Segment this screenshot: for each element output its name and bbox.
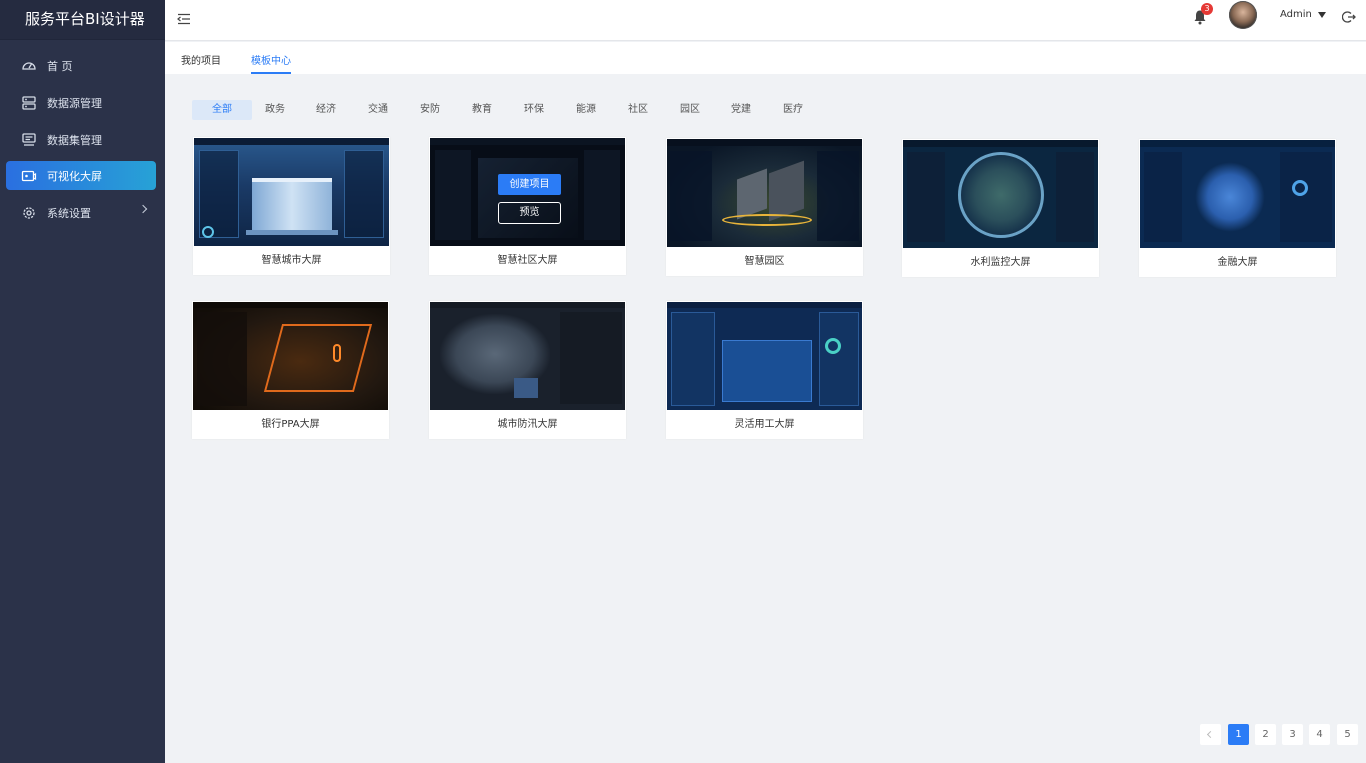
sidebar-item-label: 可视化大屏 bbox=[47, 169, 102, 183]
template-thumbnail[interactable]: 创建项目 预览 bbox=[430, 138, 625, 246]
category-community[interactable]: 社区 bbox=[623, 100, 653, 120]
template-card[interactable]: 智慧城市大屏 bbox=[193, 137, 390, 275]
gear-icon bbox=[21, 205, 37, 221]
preview-button[interactable]: 预览 bbox=[498, 202, 561, 224]
template-thumbnail[interactable] bbox=[193, 302, 388, 410]
template-card[interactable]: 灵活用工大屏 bbox=[666, 301, 863, 439]
template-thumbnail[interactable] bbox=[430, 302, 625, 410]
template-thumbnail[interactable] bbox=[194, 138, 389, 246]
template-thumbnail[interactable] bbox=[1140, 140, 1335, 248]
category-gov[interactable]: 政务 bbox=[260, 100, 290, 120]
template-thumbnail[interactable] bbox=[903, 140, 1098, 248]
user-name[interactable]: Admin bbox=[1280, 9, 1312, 20]
template-card[interactable]: 城市防汛大屏 bbox=[429, 301, 626, 439]
sidebar-item-home[interactable]: 首 页 bbox=[6, 51, 156, 80]
category-all[interactable]: 全部 bbox=[192, 100, 252, 120]
logout-icon[interactable] bbox=[1341, 9, 1356, 23]
sidebar: 服务平台BI设计器 首 页 数据源管理 数据集管理 可视化大屏 系统设置 bbox=[0, 0, 165, 763]
tab-template-center[interactable]: 模板中心 bbox=[251, 52, 291, 74]
chevron-right-icon bbox=[138, 204, 148, 214]
page-button[interactable]: 2 bbox=[1255, 724, 1276, 745]
sidebar-item-label: 首 页 bbox=[47, 59, 73, 73]
avatar[interactable] bbox=[1229, 1, 1257, 29]
category-security[interactable]: 安防 bbox=[415, 100, 445, 120]
menu-fold-icon[interactable] bbox=[177, 11, 191, 25]
template-name: 水利监控大屏 bbox=[970, 257, 1031, 268]
category-park[interactable]: 园区 bbox=[675, 100, 705, 120]
page-tabs: 我的项目 模板中心 bbox=[165, 42, 1366, 74]
dashboard-icon bbox=[21, 58, 37, 74]
page-button[interactable]: 1 bbox=[1228, 724, 1249, 745]
template-name: 智慧城市大屏 bbox=[261, 255, 322, 266]
page-button[interactable]: 4 bbox=[1309, 724, 1330, 745]
category-medical[interactable]: 医疗 bbox=[778, 100, 808, 120]
category-education[interactable]: 教育 bbox=[467, 100, 497, 120]
page-button[interactable]: 5 bbox=[1337, 724, 1358, 745]
sidebar-item-label: 数据集管理 bbox=[47, 133, 102, 147]
template-card[interactable]: 创建项目 预览 智慧社区大屏 bbox=[429, 137, 626, 275]
sidebar-item-label: 数据源管理 bbox=[47, 96, 102, 110]
app-title: 服务平台BI设计器 bbox=[0, 0, 165, 40]
template-name: 银行PPA大屏 bbox=[261, 419, 320, 430]
category-environment[interactable]: 环保 bbox=[519, 100, 549, 120]
category-energy[interactable]: 能源 bbox=[571, 100, 601, 120]
template-name: 金融大屏 bbox=[1217, 257, 1258, 268]
screen-icon bbox=[21, 168, 37, 184]
tab-my-projects[interactable]: 我的项目 bbox=[181, 52, 221, 74]
template-card[interactable]: 水利监控大屏 bbox=[902, 139, 1099, 277]
page-button[interactable]: 3 bbox=[1282, 724, 1303, 745]
dataset-icon bbox=[21, 132, 37, 148]
sidebar-item-settings[interactable]: 系统设置 bbox=[6, 198, 156, 227]
template-thumbnail[interactable] bbox=[667, 139, 862, 247]
sidebar-item-dataset[interactable]: 数据集管理 bbox=[6, 125, 156, 154]
chevron-left-icon bbox=[1206, 730, 1215, 739]
template-card[interactable]: 银行PPA大屏 bbox=[192, 301, 389, 439]
caret-down-icon[interactable] bbox=[1318, 12, 1326, 18]
create-project-button[interactable]: 创建项目 bbox=[498, 174, 561, 195]
template-name: 城市防汛大屏 bbox=[497, 419, 558, 430]
category-party[interactable]: 党建 bbox=[726, 100, 756, 120]
sidebar-item-datasource[interactable]: 数据源管理 bbox=[6, 88, 156, 117]
sidebar-item-label: 系统设置 bbox=[47, 206, 91, 220]
category-economy[interactable]: 经济 bbox=[311, 100, 341, 120]
template-card[interactable]: 智慧园区 bbox=[666, 138, 863, 276]
template-card[interactable]: 金融大屏 bbox=[1139, 139, 1336, 277]
category-traffic[interactable]: 交通 bbox=[363, 100, 393, 120]
notification-badge: 3 bbox=[1201, 3, 1213, 15]
template-thumbnail[interactable] bbox=[667, 302, 862, 410]
top-header: 3 Admin bbox=[165, 0, 1366, 41]
template-name: 智慧园区 bbox=[744, 256, 785, 267]
template-name: 灵活用工大屏 bbox=[734, 419, 795, 430]
database-icon bbox=[21, 95, 37, 111]
template-name: 智慧社区大屏 bbox=[497, 255, 558, 266]
prev-page-button[interactable] bbox=[1200, 724, 1221, 745]
sidebar-item-screen[interactable]: 可视化大屏 bbox=[6, 161, 156, 190]
